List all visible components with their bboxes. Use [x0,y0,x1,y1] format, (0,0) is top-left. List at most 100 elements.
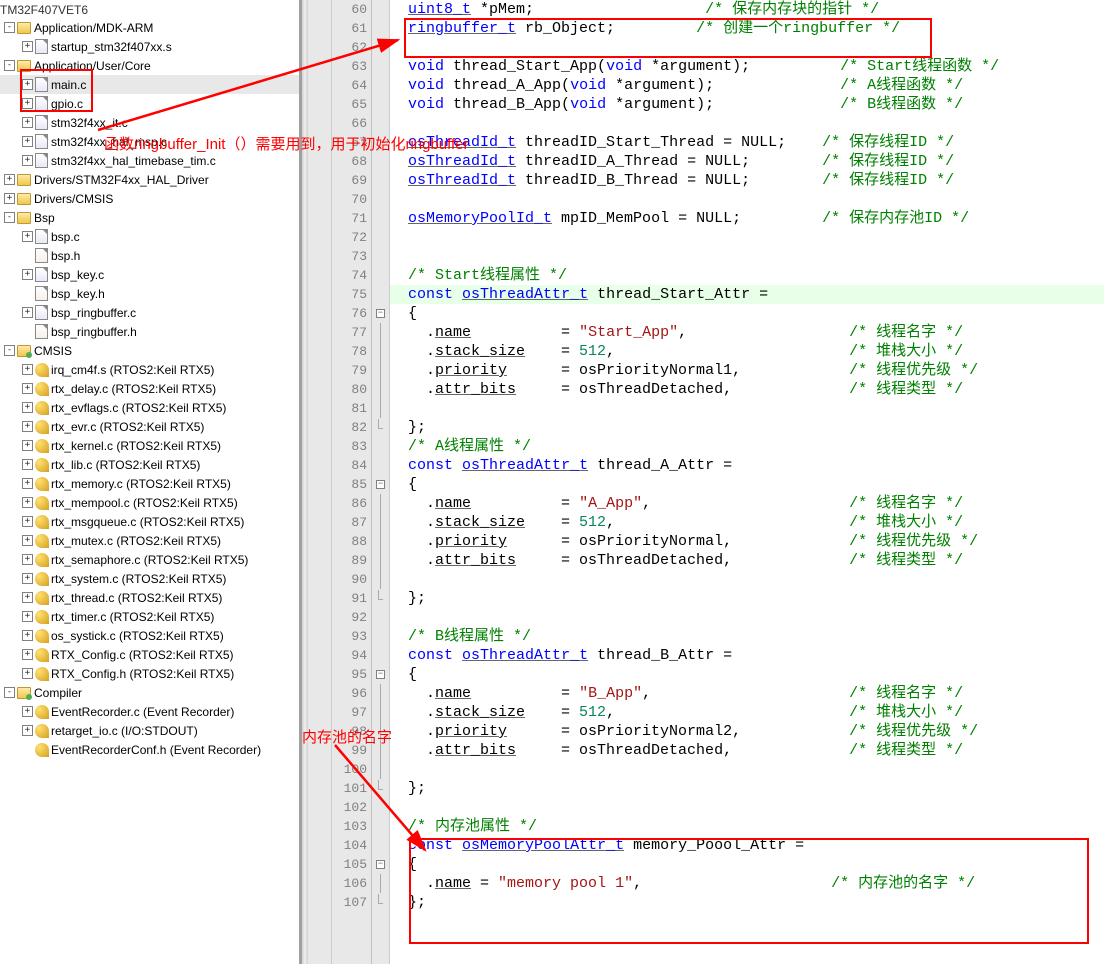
code-line[interactable]: osThreadId_t threadID_Start_Thread = NUL… [390,133,1104,152]
fold-marker[interactable]: − [372,304,389,323]
code-line[interactable]: osMemoryPoolId_t mpID_MemPool = NULL; /*… [390,209,1104,228]
code-line[interactable]: .priority = osPriorityNormal1, /* 线程优先级 … [390,361,1104,380]
tree-item-os-systick-c--rtos2-keil-rtx5-[interactable]: +os_systick.c (RTOS2:Keil RTX5) [0,626,299,645]
code-line[interactable] [390,228,1104,247]
code-line[interactable] [390,114,1104,133]
code-line[interactable]: .priority = osPriorityNormal, /* 线程优先级 *… [390,532,1104,551]
code-line[interactable]: const osMemoryPoolAttr_t memory_Poool_At… [390,836,1104,855]
expand-icon[interactable]: + [22,364,33,375]
expand-icon[interactable]: + [4,174,15,185]
tree-item-bsp-c[interactable]: +bsp.c [0,227,299,246]
tree-item-stm32f4xx-hal-timebase-tim-c[interactable]: +stm32f4xx_hal_timebase_tim.c [0,151,299,170]
expand-icon[interactable] [22,326,33,337]
tree-item-bsp-key-c[interactable]: +bsp_key.c [0,265,299,284]
code-line[interactable]: .stack_size = 512, /* 堆栈大小 */ [390,342,1104,361]
expand-icon[interactable]: + [22,497,33,508]
expand-icon[interactable]: + [22,516,33,527]
code-line[interactable]: { [390,855,1104,874]
expand-icon[interactable]: + [22,231,33,242]
code-line[interactable]: /* Start线程属性 */ [390,266,1104,285]
expand-icon[interactable]: + [22,630,33,641]
expand-icon[interactable]: + [22,41,33,52]
code-content[interactable]: uint8_t *pMem; /* 保存内存块的指针 */ ringbuffer… [390,0,1104,964]
code-line[interactable]: .stack_size = 512, /* 堆栈大小 */ [390,703,1104,722]
code-editor[interactable]: 6061626364656667686970717273747576777879… [308,0,1104,964]
expand-icon[interactable]: - [4,60,15,71]
code-line[interactable] [390,247,1104,266]
expand-icon[interactable]: + [22,383,33,394]
expand-icon[interactable]: + [22,307,33,318]
expand-icon[interactable]: + [22,478,33,489]
tree-item-compiler[interactable]: -Compiler [0,683,299,702]
tree-item-eventrecorderconf-h--event-recorder-[interactable]: EventRecorderConf.h (Event Recorder) [0,740,299,759]
tree-item-eventrecorder-c--event-recorder-[interactable]: +EventRecorder.c (Event Recorder) [0,702,299,721]
fold-marker[interactable]: − [372,855,389,874]
expand-icon[interactable]: + [22,117,33,128]
expand-icon[interactable]: + [22,725,33,736]
tree-item-bsp-key-h[interactable]: bsp_key.h [0,284,299,303]
code-line[interactable]: .name = "memory pool 1", /* 内存池的名字 */ [390,874,1104,893]
tree-item-bsp-ringbuffer-h[interactable]: bsp_ringbuffer.h [0,322,299,341]
fold-marker[interactable]: − [372,475,389,494]
expand-icon[interactable]: + [22,668,33,679]
expand-icon[interactable]: + [22,459,33,470]
code-line[interactable]: uint8_t *pMem; /* 保存内存块的指针 */ [390,0,1104,19]
code-line[interactable]: void thread_B_App(void *argument); /* B线… [390,95,1104,114]
tree-item-startup-stm32f407xx-s[interactable]: +startup_stm32f407xx.s [0,37,299,56]
tree-item-rtx-memory-c--rtos2-keil-rtx5-[interactable]: +rtx_memory.c (RTOS2:Keil RTX5) [0,474,299,493]
code-line[interactable]: /* A线程属性 */ [390,437,1104,456]
tree-item-application-user-core[interactable]: -Application/User/Core [0,56,299,75]
expand-icon[interactable]: + [22,136,33,147]
code-line[interactable]: .attr_bits = osThreadDetached, /* 线程类型 *… [390,551,1104,570]
code-line[interactable]: osThreadId_t threadID_A_Thread = NULL; /… [390,152,1104,171]
expand-icon[interactable]: + [22,592,33,603]
tree-item-rtx-msgqueue-c--rtos2-keil-rtx5-[interactable]: +rtx_msgqueue.c (RTOS2:Keil RTX5) [0,512,299,531]
tree-item-rtx-mutex-c--rtos2-keil-rtx5-[interactable]: +rtx_mutex.c (RTOS2:Keil RTX5) [0,531,299,550]
tree-item-rtx-config-c--rtos2-keil-rtx5-[interactable]: +RTX_Config.c (RTOS2:Keil RTX5) [0,645,299,664]
code-line[interactable]: }; [390,589,1104,608]
tree-item-bsp[interactable]: -Bsp [0,208,299,227]
expand-icon[interactable]: + [22,79,33,90]
tree-item-cmsis[interactable]: -CMSIS [0,341,299,360]
tree-item-rtx-thread-c--rtos2-keil-rtx5-[interactable]: +rtx_thread.c (RTOS2:Keil RTX5) [0,588,299,607]
tree-item-rtx-kernel-c--rtos2-keil-rtx5-[interactable]: +rtx_kernel.c (RTOS2:Keil RTX5) [0,436,299,455]
code-line[interactable] [390,798,1104,817]
tree-item-retarget-io-c--i-o-stdout-[interactable]: +retarget_io.c (I/O:STDOUT) [0,721,299,740]
code-line[interactable] [390,38,1104,57]
expand-icon[interactable]: + [4,193,15,204]
tree-item-rtx-lib-c--rtos2-keil-rtx5-[interactable]: +rtx_lib.c (RTOS2:Keil RTX5) [0,455,299,474]
code-line[interactable]: const osThreadAttr_t thread_Start_Attr = [390,285,1104,304]
tree-item-main-c[interactable]: +main.c [0,75,299,94]
code-line[interactable]: }; [390,418,1104,437]
tree-item-rtx-timer-c--rtos2-keil-rtx5-[interactable]: +rtx_timer.c (RTOS2:Keil RTX5) [0,607,299,626]
expand-icon[interactable]: + [22,440,33,451]
code-line[interactable]: .stack_size = 512, /* 堆栈大小 */ [390,513,1104,532]
code-line[interactable]: const osThreadAttr_t thread_B_Attr = [390,646,1104,665]
code-line[interactable]: .attr_bits = osThreadDetached, /* 线程类型 *… [390,741,1104,760]
code-line[interactable]: .name = "A_App", /* 线程名字 */ [390,494,1104,513]
code-line[interactable] [390,190,1104,209]
code-line[interactable]: .priority = osPriorityNormal2, /* 线程优先级 … [390,722,1104,741]
expand-icon[interactable]: + [22,649,33,660]
expand-icon[interactable]: + [22,98,33,109]
code-line[interactable]: { [390,304,1104,323]
code-line[interactable]: { [390,475,1104,494]
tree-item-bsp-h[interactable]: bsp.h [0,246,299,265]
tree-item-stm32f4xx-it-c[interactable]: +stm32f4xx_it.c [0,113,299,132]
code-line[interactable] [390,608,1104,627]
code-line[interactable]: { [390,665,1104,684]
expand-icon[interactable] [22,288,33,299]
expand-icon[interactable]: + [22,421,33,432]
code-line[interactable]: }; [390,779,1104,798]
fold-marker[interactable]: − [372,665,389,684]
expand-icon[interactable]: - [4,212,15,223]
expand-icon[interactable]: + [22,706,33,717]
tree-item-bsp-ringbuffer-c[interactable]: +bsp_ringbuffer.c [0,303,299,322]
fold-gutter[interactable]: − − − − [372,0,390,964]
code-line[interactable]: /* 内存池属性 */ [390,817,1104,836]
code-line[interactable]: const osThreadAttr_t thread_A_Attr = [390,456,1104,475]
code-line[interactable]: .attr_bits = osThreadDetached, /* 线程类型 *… [390,380,1104,399]
expand-icon[interactable]: - [4,22,15,33]
expand-icon[interactable]: - [4,345,15,356]
expand-icon[interactable] [22,250,33,261]
